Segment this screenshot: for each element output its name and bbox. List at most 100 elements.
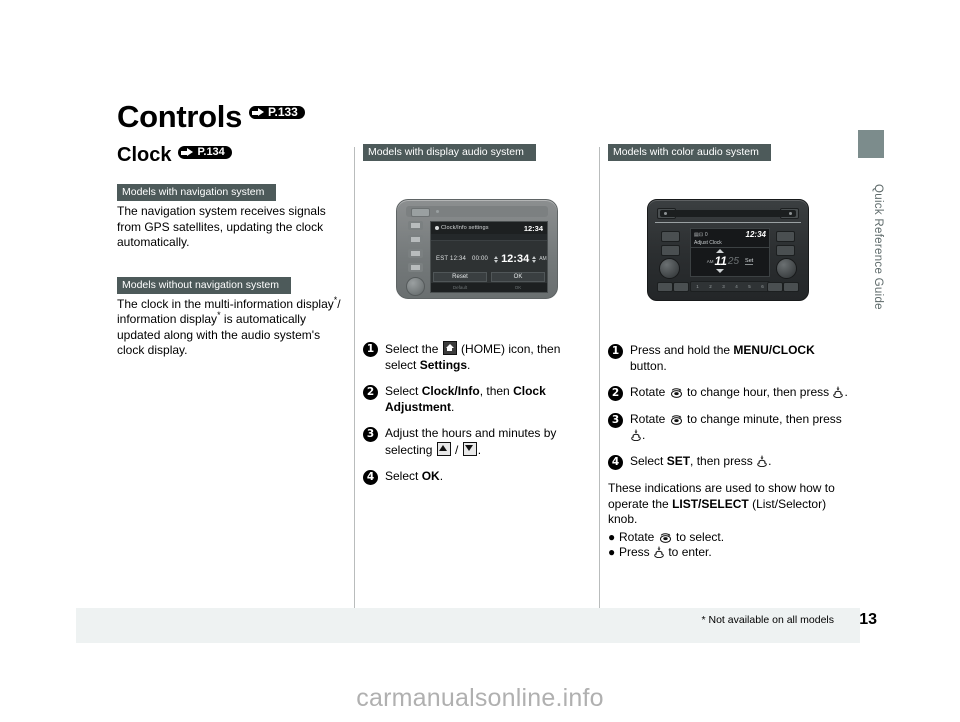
screen-footer-bar: Default OK (431, 283, 547, 292)
clock-stepper-group: 12:34 AM (494, 252, 553, 265)
bullet-icon: ● (608, 545, 616, 559)
am-pm-label: AM (539, 256, 547, 262)
screen-status-clock: 12:34 (523, 223, 543, 233)
list-item: ● Rotate to select. (608, 530, 848, 546)
screen-status-bar: ▤⊡ 0 12:34 (691, 229, 769, 240)
step-item: 4 Select OK. (363, 469, 591, 485)
step-text: Rotate to change minute, then press . (630, 412, 848, 443)
knob-press-icon (654, 546, 664, 558)
step-number: 3 (363, 427, 378, 442)
side-tab-label: Quick Reference Guide (872, 184, 884, 310)
step-text: Select SET, then press . (630, 454, 848, 470)
left-column: Models with navigation system The naviga… (117, 182, 345, 359)
step-number: 2 (608, 386, 623, 401)
step-text-mid: to change minute, then press (683, 412, 842, 426)
screen-button-row: Reset OK (431, 272, 547, 282)
seek-next-button (673, 282, 689, 292)
disc-slot (660, 210, 796, 217)
phone-button (776, 231, 795, 242)
step-text-pre: Press and hold the (630, 343, 734, 357)
chapter-title-text: Controls (117, 99, 243, 134)
offset-label: 00:00 (472, 256, 489, 262)
knob-rotate-icon (670, 414, 683, 425)
watermark: carmanualsonline.info (356, 684, 604, 712)
preset-button-4: 4 (735, 284, 738, 289)
screen-clock-editor: AM 11 25 Set (691, 248, 769, 274)
step-number: 1 (363, 342, 378, 357)
preset-button-2: 2 (709, 284, 712, 289)
screen-tab-strip (431, 234, 547, 241)
color-audio-screen: ▤⊡ 0 12:34 Adjust Clock AM 11 25 Set (690, 228, 770, 277)
middle-column: Models with display audio system Clock/I… (363, 142, 591, 496)
step-text: Select the (HOME) icon, then select Sett… (385, 341, 591, 373)
section-title: Clock P.134 (117, 144, 232, 167)
step-text-post: . (642, 427, 646, 442)
page-title: Controls P.133 (117, 99, 305, 135)
step-text-bold: SET (666, 454, 691, 468)
volume-power-knob (659, 258, 680, 279)
banner-models-without-navigation: Models without navigation system (117, 276, 291, 294)
media-button (661, 245, 680, 256)
chapter-page-reference-badge[interactable]: P.133 (249, 105, 305, 120)
arrow-down-icon (715, 269, 724, 273)
eject-button (411, 208, 430, 217)
arrow-right-icon (252, 108, 265, 117)
radio-button (661, 231, 680, 242)
step-number: 4 (363, 470, 378, 485)
step-text-mid: / (451, 442, 462, 457)
step-text: Press and hold the MENU/CLOCK button. (630, 343, 848, 374)
menu-clock-button (783, 282, 799, 292)
display-audio-steps: 1 Select the (HOME) icon, then select Se… (363, 341, 591, 485)
note-text-bold: LIST/SELECT (672, 496, 749, 511)
step-text-mid: , then press (690, 454, 757, 468)
step-text-post: . (451, 399, 455, 414)
knob-press-icon (757, 455, 767, 467)
preset-button-1: 1 (696, 284, 699, 289)
head-unit-top-bar (406, 206, 548, 217)
timezone-label: EST 12:34 (436, 256, 467, 262)
display-audio-illustration-wrap: Clock/Info settings 12:34 EST 12:34 00:0… (363, 199, 591, 299)
step-item: 1 Select the (HOME) icon, then select Se… (363, 341, 591, 373)
color-audio-steps: 1 Press and hold the MENU/CLOCK button. … (608, 343, 848, 470)
screen-title-text: Clock/Info settings (441, 225, 489, 231)
head-unit-side-buttons (404, 221, 426, 296)
gear-icon (435, 226, 439, 230)
bullet-text-post: to select. (672, 529, 725, 544)
section-page-reference-badge[interactable]: P.134 (178, 146, 232, 160)
knob-usage-bullets: ● Rotate to select. ● Press to enter. (608, 530, 848, 561)
step-text-mid: to change hour, then press (683, 385, 833, 399)
volume-knob (405, 277, 425, 296)
bullet-text: Press to enter. (619, 545, 712, 561)
display-audio-screen: Clock/Info settings 12:34 EST 12:34 00:0… (430, 221, 548, 293)
arrow-down-icon (494, 259, 499, 263)
banner-models-with-navigation: Models with navigation system (117, 184, 277, 201)
arrow-up-icon (715, 249, 724, 253)
knob-press-icon (631, 429, 641, 441)
section-title-text: Clock (117, 144, 172, 166)
step-text: Adjust the hours and minutes by selectin… (385, 426, 591, 458)
editable-clock-value: 12:34 (501, 252, 530, 265)
step-text-bold: MENU/CLOCK (733, 343, 815, 357)
column-divider (354, 147, 355, 610)
no-nav-text-part1: The clock in the multi-information displ… (117, 296, 334, 311)
volume-channel-button-icon (407, 263, 423, 272)
preset-buttons-row: 1 2 3 4 5 6 (690, 281, 770, 292)
screen-title-group: Clock/Info settings (435, 225, 489, 231)
step-item: 3 Rotate to change minute, then press . (608, 412, 848, 443)
step-text-bold: Clock/Info (421, 384, 480, 398)
page-number: 13 (859, 611, 877, 628)
step-text-pre: Select (385, 469, 422, 483)
color-audio-head-unit: ▤⊡ 0 12:34 Adjust Clock AM 11 25 Set 1 2… (647, 199, 809, 301)
screen-footer-left: Default (452, 285, 468, 290)
bullet-text: Rotate to select. (619, 530, 724, 546)
page-sheet: Controls P.133 Clock P.134 Models with nav… (0, 0, 960, 722)
chapter-page-reference-text: P.133 (268, 105, 298, 120)
hour-value: 11 (714, 254, 727, 268)
footnote-text: * Not available on all models (701, 614, 835, 626)
banner-models-with-display-audio: Models with display audio system (363, 144, 536, 161)
home-icon (442, 341, 457, 355)
no-navigation-description-text: The clock in the multi-information displ… (117, 295, 345, 359)
arrow-down-icon (462, 441, 477, 456)
back-button (776, 245, 795, 256)
arrow-right-icon (181, 148, 194, 157)
